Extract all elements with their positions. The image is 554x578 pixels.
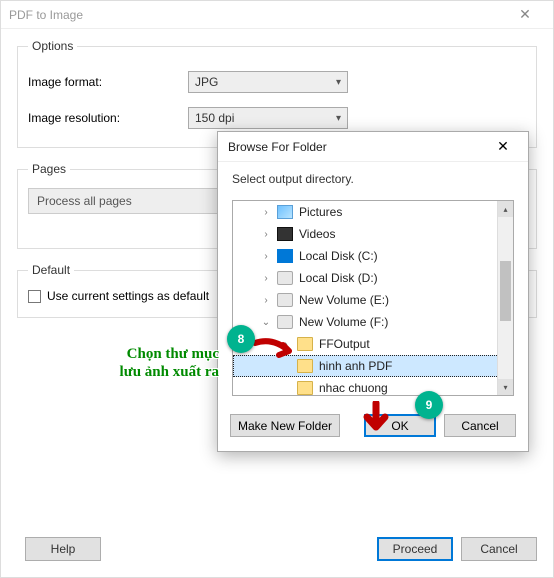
vid-icon bbox=[277, 227, 293, 241]
tree-item-label: FFOutput bbox=[319, 337, 370, 351]
image-format-select[interactable]: JPG ▾ bbox=[188, 71, 348, 93]
scroll-down-icon[interactable]: ▾ bbox=[498, 379, 513, 395]
chevron-down-icon: ▾ bbox=[336, 77, 341, 88]
pages-legend: Pages bbox=[28, 162, 70, 176]
annotation-text: Chọn thư mụclưu ảnh xuất ra bbox=[79, 345, 219, 381]
default-checkbox-label: Use current settings as default bbox=[47, 289, 209, 303]
tree-item[interactable]: › New Volume (E:) bbox=[233, 289, 513, 311]
expand-icon[interactable]: › bbox=[261, 251, 271, 262]
tree-item-label: Local Disk (C:) bbox=[299, 249, 378, 263]
dialog-message: Select output directory. bbox=[232, 172, 514, 186]
drive-icon bbox=[277, 315, 293, 329]
tree-item[interactable]: nhac chuong bbox=[233, 377, 513, 396]
expand-icon[interactable]: › bbox=[261, 295, 271, 306]
close-icon[interactable]: ✕ bbox=[505, 6, 545, 23]
win-icon bbox=[277, 249, 293, 263]
dialog-title: Browse For Folder bbox=[228, 140, 488, 154]
arrow-icon bbox=[361, 401, 391, 439]
help-button[interactable]: Help bbox=[25, 537, 101, 561]
expand-icon[interactable]: › bbox=[261, 229, 271, 240]
default-checkbox[interactable] bbox=[28, 290, 41, 303]
image-format-label: Image format: bbox=[28, 75, 188, 89]
chevron-down-icon: ▾ bbox=[336, 113, 341, 124]
scroll-up-icon[interactable]: ▴ bbox=[498, 201, 513, 217]
tree-item-label: New Volume (E:) bbox=[299, 293, 389, 307]
drive-icon bbox=[277, 293, 293, 307]
image-resolution-label: Image resolution: bbox=[28, 111, 188, 125]
scrollbar[interactable]: ▴▾ bbox=[497, 201, 513, 395]
tree-item[interactable]: ⌄ New Volume (F:) bbox=[233, 311, 513, 333]
tree-item[interactable]: › Videos bbox=[233, 223, 513, 245]
options-legend: Options bbox=[28, 39, 77, 53]
tree-item-label: nhac chuong bbox=[319, 381, 388, 395]
tree-item-label: Videos bbox=[299, 227, 335, 241]
expand-icon[interactable]: ⌄ bbox=[261, 317, 271, 328]
main-titlebar: PDF to Image ✕ bbox=[1, 1, 553, 29]
pic-icon bbox=[277, 205, 293, 219]
proceed-button[interactable]: Proceed bbox=[377, 537, 453, 561]
tree-item[interactable]: › Pictures bbox=[233, 201, 513, 223]
annotation-badge-8: 8 bbox=[227, 325, 255, 353]
tree-item[interactable]: › Local Disk (C:) bbox=[233, 245, 513, 267]
image-resolution-select[interactable]: 150 dpi ▾ bbox=[188, 107, 348, 129]
tree-item-label: hinh anh PDF bbox=[319, 359, 392, 373]
arrow-icon bbox=[253, 335, 303, 369]
window-title: PDF to Image bbox=[9, 8, 83, 22]
expand-icon[interactable]: › bbox=[261, 273, 271, 284]
dialog-cancel-button[interactable]: Cancel bbox=[444, 414, 516, 437]
close-icon[interactable]: ✕ bbox=[488, 138, 518, 155]
folder-icon bbox=[297, 381, 313, 395]
tree-item-label: New Volume (F:) bbox=[299, 315, 388, 329]
tree-item-label: Local Disk (D:) bbox=[299, 271, 378, 285]
make-new-folder-button[interactable]: Make New Folder bbox=[230, 414, 340, 437]
annotation-badge-9: 9 bbox=[415, 391, 443, 419]
default-legend: Default bbox=[28, 263, 74, 277]
scroll-thumb[interactable] bbox=[500, 261, 511, 321]
tree-item[interactable]: › Local Disk (D:) bbox=[233, 267, 513, 289]
tree-item-label: Pictures bbox=[299, 205, 342, 219]
drive-icon bbox=[277, 271, 293, 285]
cancel-button[interactable]: Cancel bbox=[461, 537, 537, 561]
expand-icon[interactable]: › bbox=[261, 207, 271, 218]
